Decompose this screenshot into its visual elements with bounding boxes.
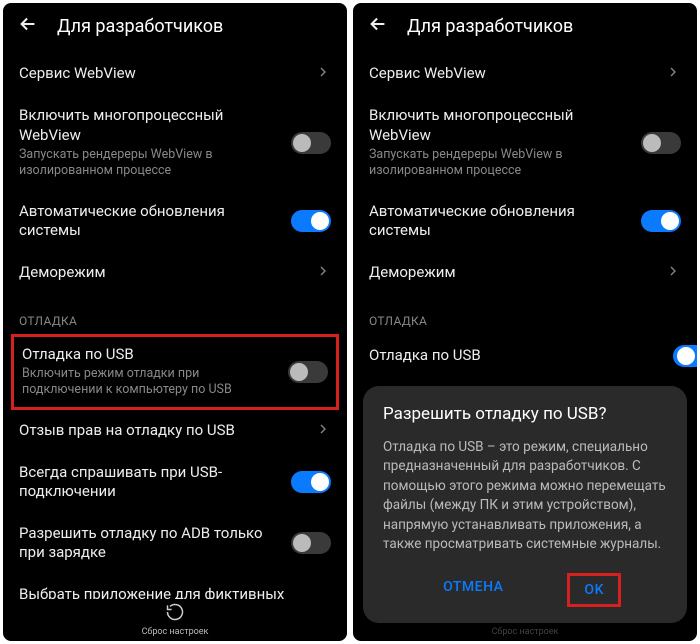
phone-right: Для разработчиков Сервис WebView Включит…: [353, 3, 697, 641]
phone-left: Для разработчиков Сервис WebView Включит…: [3, 3, 347, 641]
section-debug: ОТЛАДКА: [3, 294, 347, 334]
row-usb-debugging[interactable]: Отладка по USB Включить режим отладки пр…: [11, 334, 339, 410]
row-usb-debugging[interactable]: Отладка по USB: [353, 334, 697, 378]
ok-button[interactable]: OK: [567, 573, 621, 607]
row-auto-updates[interactable]: Автоматические обновления системы: [3, 191, 347, 252]
row-always-ask-usb[interactable]: Всегда спрашивать при USB-подключении: [3, 452, 347, 513]
row-mock-location-app[interactable]: Выбрать приложение для фиктивных: [3, 574, 347, 600]
row-label: Включить многопроцессный WebView: [369, 106, 631, 145]
row-adb-charging[interactable]: Разрешить отладку по ADB только при заря…: [3, 513, 347, 574]
row-auto-updates[interactable]: Автоматические обновления системы: [353, 191, 697, 252]
row-sublabel: Запускать рендереры WebView в изолирован…: [19, 147, 281, 180]
toggle-auto-updates[interactable]: [641, 210, 681, 232]
row-demo-mode[interactable]: Деморежим: [353, 252, 697, 294]
back-icon[interactable]: [367, 13, 389, 39]
row-label: Разрешить отладку по ADB только при заря…: [19, 524, 281, 563]
section-debug: ОТЛАДКА: [353, 294, 697, 334]
row-label: Всегда спрашивать при USB-подключении: [19, 463, 281, 502]
row-label: Сервис WebView: [19, 64, 305, 84]
bottom-bar: Сброс настроек: [3, 599, 347, 641]
row-webview-service[interactable]: Сервис WebView: [353, 53, 697, 95]
bottom-label: Сброс настроек: [492, 627, 559, 637]
row-label: Деморежим: [19, 263, 305, 283]
row-label: Автоматические обновления системы: [369, 202, 631, 241]
row-demo-mode[interactable]: Деморежим: [3, 252, 347, 294]
row-label: Включить многопроцессный WebView: [19, 106, 281, 145]
row-webview-service[interactable]: Сервис WebView: [3, 53, 347, 95]
row-label: Отладка по USB: [369, 346, 663, 366]
chevron-right-icon: [315, 263, 331, 283]
header: Для разработчиков: [3, 3, 347, 53]
cancel-button[interactable]: ОТМЕНА: [429, 573, 517, 607]
toggle-multiprocess[interactable]: [291, 132, 331, 154]
row-multiprocess-webview[interactable]: Включить многопроцессный WebView Запуска…: [3, 95, 347, 191]
chevron-right-icon: [665, 263, 681, 283]
row-revoke-usb[interactable]: Отзыв прав на отладку по USB: [3, 410, 347, 452]
toggle-usb-debug[interactable]: [673, 345, 697, 367]
reset-icon[interactable]: [165, 602, 185, 626]
chevron-right-icon: [315, 421, 331, 441]
row-sublabel: Запускать рендереры WebView в изолирован…: [369, 147, 631, 180]
toggle-adb-charging[interactable]: [291, 532, 331, 554]
dialog-actions: ОТМЕНА OK: [383, 555, 667, 615]
bottom-label: Сброс настроек: [142, 627, 209, 637]
row-label: Автоматические обновления системы: [19, 202, 281, 241]
row-label: Выбрать приложение для фиктивных: [19, 585, 331, 600]
usb-debug-dialog: Разрешить отладку по USB? Отладка по USB…: [363, 386, 687, 623]
page-title: Для разработчиков: [407, 16, 573, 37]
row-multiprocess-webview[interactable]: Включить многопроцессный WebView Запуска…: [353, 95, 697, 191]
row-label: Отладка по USB: [22, 345, 278, 365]
row-label: Отзыв прав на отладку по USB: [19, 421, 305, 441]
header: Для разработчиков: [353, 3, 697, 53]
row-label: Сервис WebView: [369, 64, 655, 84]
toggle-always-ask[interactable]: [291, 471, 331, 493]
back-icon[interactable]: [17, 13, 39, 39]
settings-list: Сервис WebView Включить многопроцессный …: [3, 53, 347, 599]
toggle-usb-debug[interactable]: [288, 361, 328, 383]
chevron-right-icon: [315, 64, 331, 84]
page-title: Для разработчиков: [57, 16, 223, 37]
toggle-multiprocess[interactable]: [641, 132, 681, 154]
row-sublabel: Включить режим отладки при подключении к…: [22, 366, 278, 399]
dialog-title: Разрешить отладку по USB?: [383, 404, 667, 424]
dialog-body: Отладка по USB – это режим, специально п…: [383, 438, 667, 555]
chevron-right-icon: [665, 64, 681, 84]
row-label: Деморежим: [369, 263, 655, 283]
toggle-auto-updates[interactable]: [291, 210, 331, 232]
